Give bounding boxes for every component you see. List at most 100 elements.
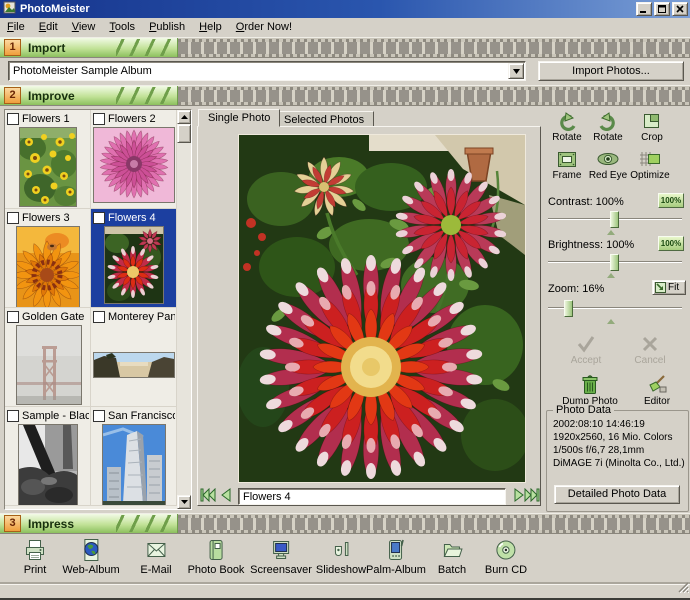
dump-photo-button[interactable]: Dump Photo	[558, 374, 622, 407]
menu-file[interactable]: File	[0, 19, 32, 35]
email-button[interactable]: E-Mail	[140, 538, 171, 576]
stripes-decoration	[116, 39, 174, 56]
minimize-button[interactable]	[636, 2, 652, 16]
thumbnail-label: Flowers 2	[108, 113, 156, 125]
thumbnail-checkbox[interactable]	[93, 311, 105, 323]
thumbnail-checkbox[interactable]	[7, 311, 19, 323]
thumbnail-image-monterey[interactable]	[93, 352, 175, 378]
thumbnail-image-flowers-3[interactable]	[16, 226, 80, 308]
menu-order-now[interactable]: Order Now!	[229, 19, 299, 35]
red-eye-button[interactable]: Red Eye	[588, 150, 628, 181]
thumbnail-label: Sample - Black a	[22, 410, 89, 422]
menu-edit[interactable]: Edit	[32, 19, 65, 35]
scrollbar-thumb[interactable]	[177, 124, 191, 143]
frame-button[interactable]: Frame	[547, 150, 587, 181]
thumbnail-checkbox[interactable]	[93, 410, 105, 422]
thumbnail-checkbox[interactable]	[7, 410, 19, 422]
step-number-badge: 2	[4, 87, 21, 104]
thumbnail-checkbox[interactable]	[7, 212, 19, 224]
contrast-slider[interactable]	[548, 210, 682, 230]
filmstrip-decoration	[178, 86, 690, 105]
zoom-slider-thumb[interactable]	[564, 300, 573, 317]
contrast-reset-button[interactable]: 100%	[658, 193, 684, 208]
thumbnail-monterey[interactable]: Monterey Panors	[91, 308, 177, 407]
thumbnail-golden-gate[interactable]: Golden Gate	[5, 308, 91, 407]
optimize-button[interactable]: Optimize	[630, 150, 670, 181]
detailed-photo-data-button[interactable]: Detailed Photo Data	[554, 485, 680, 504]
thumbnail-scrollbar[interactable]	[177, 110, 191, 509]
rotate-left-button[interactable]: Rotate	[547, 112, 587, 143]
photo-data-datetime: 2002:08:10 14:46:19	[553, 419, 645, 430]
thumbnail-san-francisco[interactable]: San Francisco 1	[91, 407, 177, 506]
rotate-left-icon	[556, 112, 578, 131]
editor-brush-icon	[646, 374, 668, 395]
tab-single-photo[interactable]: Single Photo	[198, 109, 280, 127]
app-icon	[3, 1, 16, 17]
contrast-slider-thumb[interactable]	[610, 211, 619, 228]
accept-check-icon	[574, 334, 598, 354]
thumbnail-flowers-2[interactable]: Flowers 2	[91, 110, 177, 209]
cancel-button[interactable]: Cancel	[630, 334, 670, 366]
thumbnail-flowers-3[interactable]: Flowers 3	[5, 209, 91, 308]
print-button[interactable]: Print	[22, 538, 48, 576]
tab-selected-photos[interactable]: Selected Photos	[274, 111, 374, 127]
close-button[interactable]	[672, 2, 688, 16]
brightness-reset-button[interactable]: 100%	[658, 236, 684, 251]
chevron-down-icon[interactable]	[508, 63, 524, 79]
photo-data-title: Photo Data	[553, 404, 614, 416]
red-eye-icon	[596, 150, 620, 169]
batch-button[interactable]: Batch	[438, 538, 466, 576]
thumbnail-flowers-1[interactable]: Flowers 1	[5, 110, 91, 209]
frame-icon	[556, 150, 578, 169]
crop-button[interactable]: Crop	[632, 112, 672, 143]
main-photo[interactable]	[238, 134, 526, 483]
photo-data-group: Photo Data 2002:08:10 14:46:19 1920x2560…	[546, 410, 689, 512]
thumbnail-checkbox[interactable]	[93, 113, 105, 125]
palm-album-button[interactable]: Palm-Album	[366, 538, 426, 576]
menu-publish[interactable]: Publish	[142, 19, 192, 35]
editor-button[interactable]: Editor	[632, 374, 682, 407]
album-select[interactable]: PhotoMeister Sample Album	[8, 61, 526, 81]
screensaver-button[interactable]: Screensaver	[250, 538, 312, 576]
web-album-button[interactable]: Web-Album	[62, 538, 119, 576]
slider-default-marker	[607, 230, 615, 235]
thumbnail-label: Monterey Panors	[108, 311, 175, 323]
slideshow-icon	[328, 538, 354, 562]
title-bar[interactable]: PhotoMeister	[0, 0, 690, 18]
accept-button[interactable]: Accept	[566, 334, 606, 366]
rotate-right-button[interactable]: Rotate	[588, 112, 628, 143]
thumbnail-image-golden-gate[interactable]	[16, 325, 82, 405]
brightness-label: Brightness: 100%	[548, 239, 634, 251]
burn-cd-button[interactable]: Burn CD	[485, 538, 527, 576]
photo-name-field[interactable]: Flowers 4	[238, 488, 506, 505]
first-photo-button[interactable]	[200, 488, 216, 504]
menu-help[interactable]: Help	[192, 19, 229, 35]
menu-view[interactable]: View	[65, 19, 103, 35]
slideshow-button[interactable]: Slideshow	[316, 538, 366, 576]
thumbnail-sample-bw[interactable]: Sample - Black a	[5, 407, 91, 506]
thumbnail-checkbox[interactable]	[93, 212, 105, 224]
fit-button[interactable]: Fit	[652, 280, 686, 295]
thumbnail-image-san-francisco[interactable]	[102, 424, 166, 506]
scroll-down-button[interactable]	[177, 495, 191, 509]
contrast-label: Contrast: 100%	[548, 196, 624, 208]
brightness-slider[interactable]	[548, 253, 682, 273]
resize-grip[interactable]	[677, 581, 689, 596]
thumbnail-image-flowers-1[interactable]	[19, 127, 77, 207]
section-title-improve: Improve	[28, 89, 75, 103]
menu-tools[interactable]: Tools	[102, 19, 142, 35]
zoom-slider[interactable]	[548, 299, 682, 319]
thumbnail-flowers-4[interactable]: Flowers 4	[91, 209, 177, 308]
brightness-slider-thumb[interactable]	[610, 254, 619, 271]
last-photo-button[interactable]	[524, 488, 540, 504]
maximize-button[interactable]	[654, 2, 670, 16]
thumbnail-image-sample-bw[interactable]	[18, 424, 78, 506]
scroll-up-button[interactable]	[177, 110, 191, 124]
thumbnail-checkbox[interactable]	[7, 113, 19, 125]
thumbnail-label: Flowers 3	[22, 212, 70, 224]
previous-photo-button[interactable]	[218, 488, 234, 504]
photo-book-button[interactable]: Photo Book	[188, 538, 245, 576]
thumbnail-image-flowers-4[interactable]	[104, 226, 164, 304]
thumbnail-image-flowers-2[interactable]	[93, 127, 175, 203]
import-photos-button[interactable]: Import Photos...	[538, 61, 684, 81]
